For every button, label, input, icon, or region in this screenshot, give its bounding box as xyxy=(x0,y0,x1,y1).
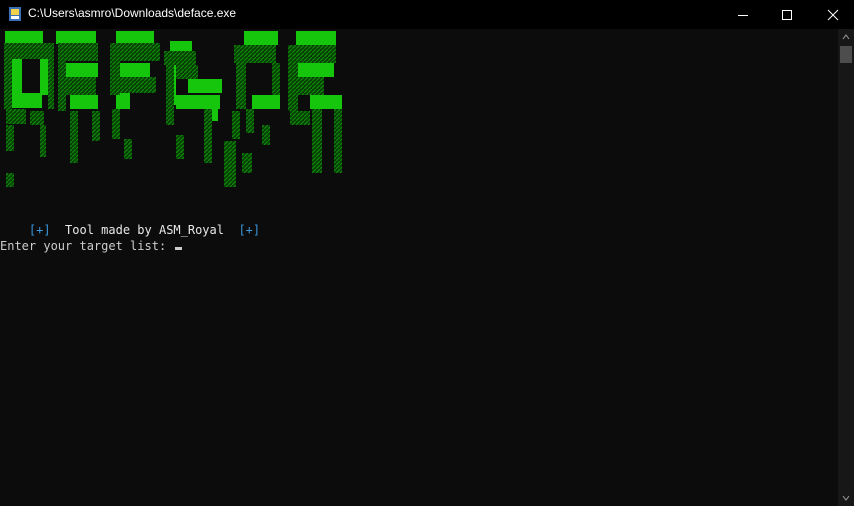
credit-bracket-open: [+] xyxy=(28,223,51,237)
scroll-down-button[interactable] xyxy=(838,490,854,506)
scroll-up-button[interactable] xyxy=(838,29,854,45)
target-list-prompt-line[interactable]: Enter your target list: xyxy=(0,238,183,254)
title-bar[interactable]: C:\Users\asmro\Downloads\deface.exe xyxy=(0,0,854,29)
credit-text: Tool made by ASM_Royal xyxy=(50,223,239,237)
minimize-button[interactable] xyxy=(720,0,766,29)
credit-bracket-close: [+] xyxy=(238,223,261,237)
maximize-icon xyxy=(782,9,792,20)
credit-line: [+] Tool made by ASM_Royal [+] xyxy=(0,222,260,238)
close-icon xyxy=(827,9,839,20)
close-button[interactable] xyxy=(810,0,854,29)
vertical-scrollbar[interactable] xyxy=(838,29,854,506)
scroll-up-arrow-icon xyxy=(842,34,850,40)
window-title: C:\Users\asmro\Downloads\deface.exe xyxy=(28,6,237,20)
console-output[interactable]: [+] Tool made by ASM_Royal [+] Enter you… xyxy=(0,29,838,506)
scroll-down-arrow-icon xyxy=(842,495,850,501)
minimize-icon xyxy=(738,14,748,16)
scrollbar-thumb[interactable] xyxy=(840,46,852,63)
text-cursor xyxy=(175,247,183,250)
console-app-icon xyxy=(9,7,21,21)
maximize-button[interactable] xyxy=(764,0,810,29)
prompt-text: Enter your target list: xyxy=(0,239,174,253)
deface-ascii-banner-logo xyxy=(4,31,342,187)
